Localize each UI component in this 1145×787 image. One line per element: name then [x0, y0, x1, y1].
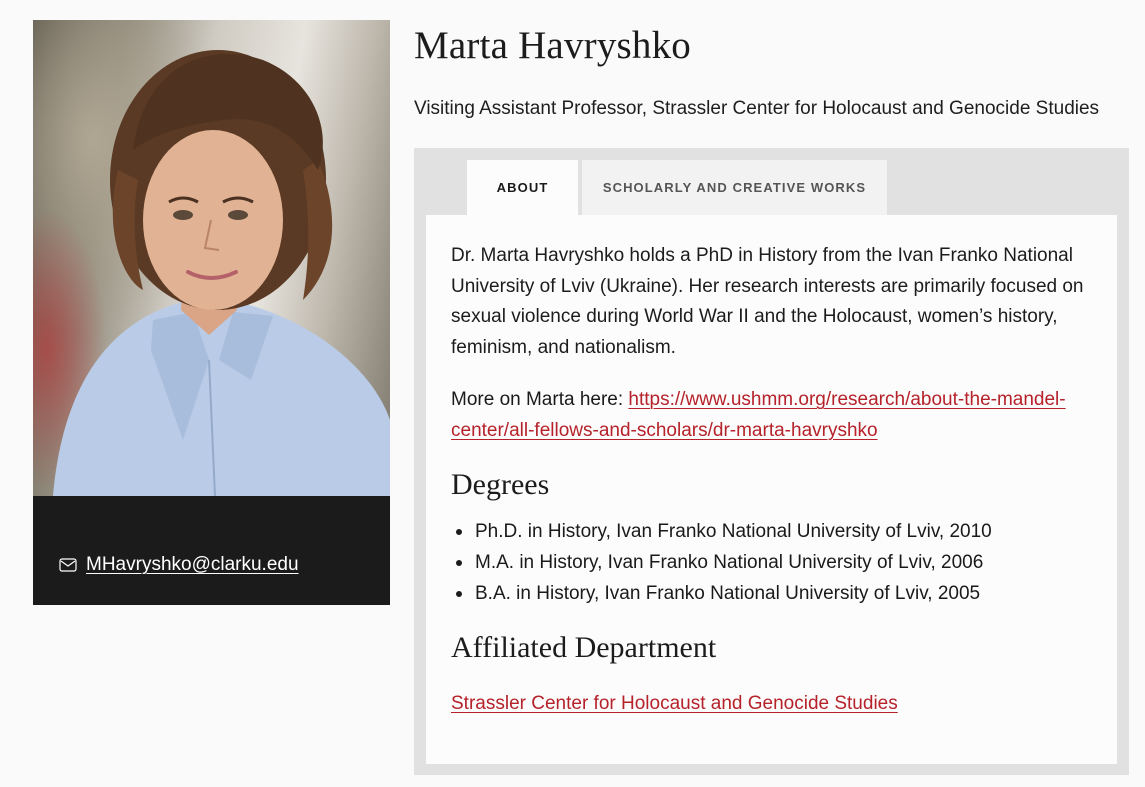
- degree-list: Ph.D. in History, Ivan Franko National U…: [451, 516, 1093, 609]
- profile-tabs: ABOUT SCHOLARLY AND CREATIVE WORKS Dr. M…: [414, 148, 1129, 775]
- degrees-heading: Degrees: [451, 468, 550, 501]
- faculty-profile-page: MHavryshko@clarku.edu Marta Havryshko Vi…: [0, 0, 1145, 787]
- about-panel: Dr. Marta Havryshko holds a PhD in Histo…: [426, 215, 1117, 764]
- affiliated-department-row: Strassler Center for Holocaust and Genoc…: [451, 693, 1093, 715]
- degree-item: B.A. in History, Ivan Franko National Un…: [451, 578, 1093, 609]
- degree-item: M.A. in History, Ivan Franko National Un…: [451, 547, 1093, 578]
- tab-about[interactable]: ABOUT: [467, 160, 578, 215]
- job-title: Visiting Assistant Professor, Strassler …: [414, 98, 1100, 119]
- email-row: MHavryshko@clarku.edu: [59, 554, 299, 576]
- more-info-row: More on Marta here: https://www.ushmm.or…: [451, 385, 1091, 446]
- bio-paragraph: Dr. Marta Havryshko holds a PhD in Histo…: [451, 245, 1084, 358]
- affiliated-department-link[interactable]: Strassler Center for Holocaust and Genoc…: [451, 693, 898, 714]
- email-link[interactable]: MHavryshko@clarku.edu: [86, 554, 299, 576]
- portrait-photo: [33, 20, 390, 496]
- degree-item: Ph.D. in History, Ivan Franko National U…: [451, 516, 1093, 547]
- portrait-illustration: [53, 50, 390, 496]
- page-title: Marta Havryshko: [414, 24, 692, 67]
- profile-card: MHavryshko@clarku.edu: [33, 20, 390, 605]
- tab-bar: ABOUT SCHOLARLY AND CREATIVE WORKS: [467, 160, 887, 215]
- envelope-icon: [59, 558, 77, 572]
- tab-scholarly-works[interactable]: SCHOLARLY AND CREATIVE WORKS: [582, 160, 887, 215]
- affiliated-department-heading: Affiliated Department: [451, 631, 717, 664]
- more-info-label: More on Marta here:: [451, 389, 629, 410]
